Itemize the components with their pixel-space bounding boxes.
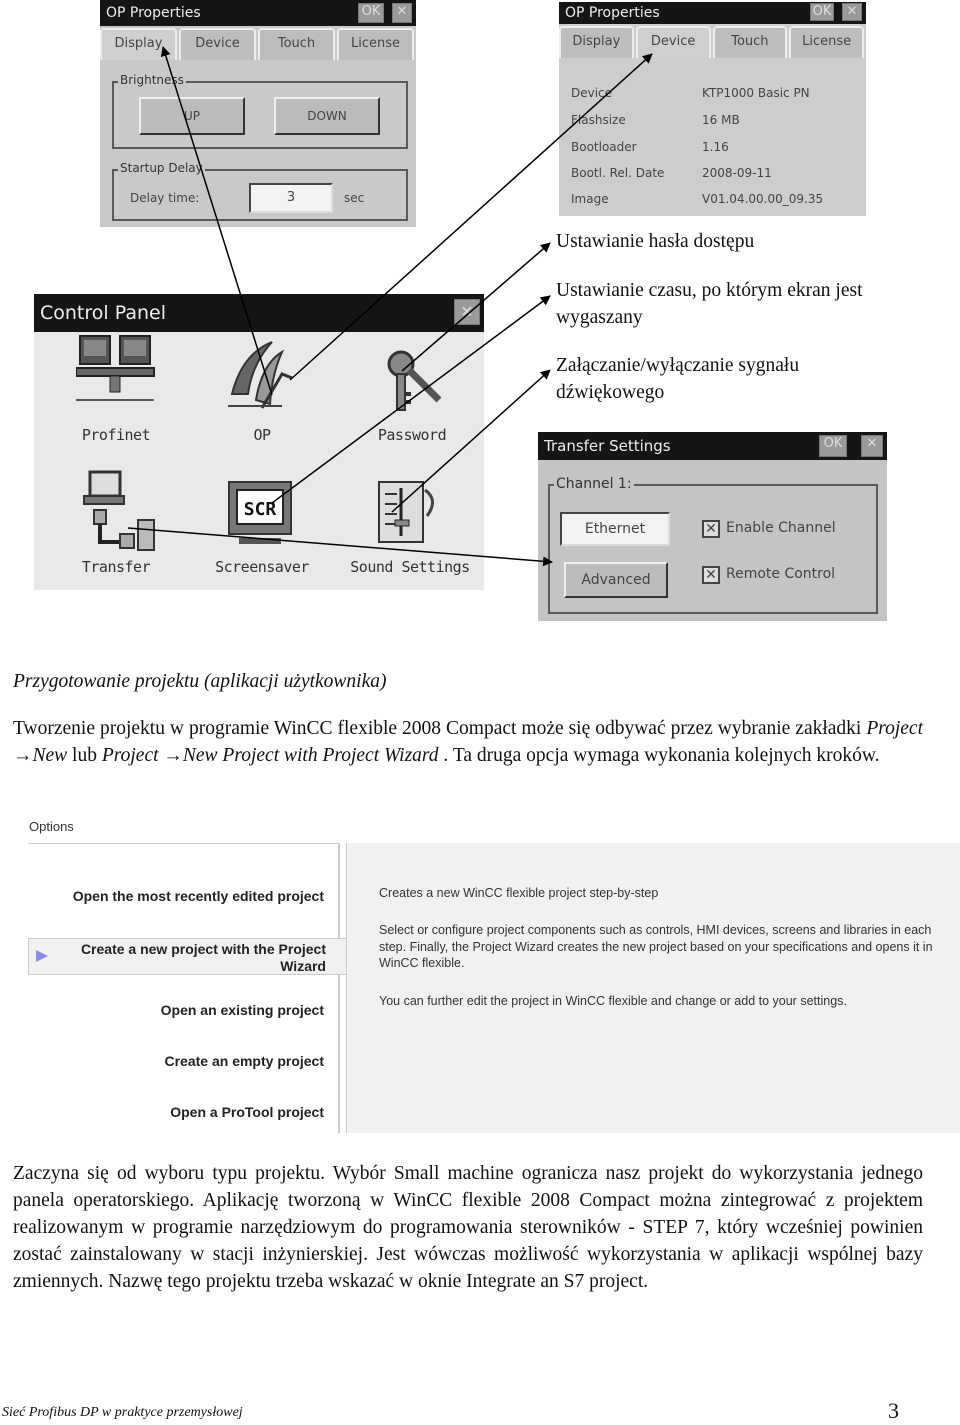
remote-control-checkbox[interactable]: ✕: [702, 566, 720, 584]
info-label: Flashsize: [571, 113, 626, 127]
tab-touch[interactable]: Touch: [258, 28, 335, 60]
delay-time-label: Delay time:: [130, 191, 200, 205]
window-titlebar: Control Panel: [34, 294, 484, 332]
tab-device[interactable]: Device: [635, 26, 711, 58]
channel-protocol-field[interactable]: Ethernet: [560, 512, 670, 546]
cp-item-password[interactable]: Password: [352, 334, 472, 444]
close-icon[interactable]: ✕: [454, 299, 480, 325]
brightness-down-button[interactable]: DOWN: [274, 97, 380, 135]
option-create-empty[interactable]: Create an empty project: [165, 1053, 325, 1069]
footer-title: Sieć Profibus DP w praktyce przemysłowej: [2, 1405, 243, 1420]
transfer-icon: [83, 470, 155, 551]
network-computers-icon: [76, 335, 155, 401]
channel-label: Channel 1:: [554, 476, 634, 492]
paragraph-text: . Ta druga opcja wymaga wykonania kolejn…: [438, 745, 880, 766]
close-icon[interactable]: ✕: [842, 3, 862, 21]
cp-item-label: Screensaver: [215, 558, 309, 576]
startup-delay-label: Startup Delay: [118, 161, 205, 175]
transfer-settings-screenshot: Transfer Settings OK ✕ Channel 1: Ethern…: [538, 432, 887, 621]
screensaver-monitor-icon: SCR: [228, 481, 292, 544]
section-heading: Przygotowanie projektu (aplikacji użytko…: [13, 668, 923, 695]
option-create-wizard-row[interactable]: Create a new project with the Project Wi…: [28, 938, 346, 975]
selected-arrow-icon: [36, 950, 48, 962]
tab-display[interactable]: Display: [559, 26, 634, 58]
paragraph-text: Tworzenie projektu w programie WinCC fle…: [13, 718, 867, 739]
brightness-label: Brightness: [118, 73, 186, 87]
info-label: Image: [571, 192, 609, 206]
paragraph-project-creation: Tworzenie projektu w programie WinCC fle…: [13, 715, 923, 769]
window-title: OP Properties: [565, 5, 660, 21]
options-title: Options: [29, 819, 74, 834]
info-value: 16 MB: [702, 113, 740, 127]
cp-item-label: Sound Settings: [350, 558, 470, 576]
option-open-existing[interactable]: Open an existing project: [161, 1002, 324, 1018]
menu-path-wizard: Project →New Project with Project Wizard: [101, 745, 439, 766]
enable-channel-checkbox[interactable]: ✕: [702, 520, 720, 538]
cp-item-sound-settings[interactable]: Sound Settings: [340, 470, 480, 576]
description-summary: Creates a new WinCC flexible project ste…: [379, 886, 659, 900]
info-value: V01.04.00.00_09.35: [702, 192, 824, 206]
info-label: Bootl. Rel. Date: [571, 166, 665, 180]
channel-group: Channel 1: Ethernet Advanced ✕ Enable Ch…: [548, 476, 878, 614]
cp-item-label: Password: [377, 426, 447, 444]
info-label: Bootloader: [571, 140, 637, 154]
description-note: You can further edit the project in WinC…: [379, 994, 847, 1008]
keys-icon: [387, 350, 442, 411]
startup-delay-group: Startup Delay Delay time: 3 sec: [112, 161, 408, 221]
tab-bar: Display Device Touch License: [100, 28, 416, 60]
ok-button[interactable]: OK: [810, 3, 834, 21]
ok-button[interactable]: OK: [358, 3, 384, 23]
callout-sound: Załączanie/wyłączanie sygnału dźwiękoweg…: [556, 355, 800, 403]
options-dialog-screenshot: Options Open the most recently edited pr…: [22, 815, 960, 1133]
window-title: Transfer Settings: [544, 437, 671, 455]
cp-item-label: OP: [253, 426, 271, 444]
option-description-panel: Creates a new WinCC flexible project ste…: [346, 843, 960, 1133]
description-details: Select or configure project components s…: [379, 923, 933, 970]
close-icon[interactable]: ✕: [392, 3, 412, 23]
brightness-up-button[interactable]: UP: [139, 97, 245, 135]
tab-device[interactable]: Device: [179, 28, 256, 60]
enable-channel-label: Enable Channel: [726, 520, 836, 536]
remote-control-label: Remote Control: [726, 566, 836, 582]
tab-display[interactable]: Display: [100, 28, 177, 60]
section-heading-text: Przygotowanie projektu (aplikacji użytko…: [13, 671, 387, 692]
cp-item-screensaver[interactable]: SCR Screensaver: [202, 470, 322, 576]
cp-item-op[interactable]: OP: [202, 334, 322, 444]
control-panel-screenshot: Control Panel ✕ Profinet OP Password Tra…: [34, 294, 484, 590]
tab-license[interactable]: License: [337, 28, 414, 60]
info-label: Device: [571, 86, 613, 100]
window-title: Control Panel: [40, 302, 166, 324]
info-value: 1.16: [702, 140, 729, 154]
tab-bar: Display Device Touch License: [559, 26, 866, 58]
cp-item-profinet[interactable]: Profinet: [56, 334, 176, 444]
options-list: Open the most recently edited project Op…: [28, 843, 340, 1133]
op-properties-icon: [228, 341, 293, 409]
delay-unit-label: sec: [344, 191, 365, 205]
advanced-button[interactable]: Advanced: [564, 562, 668, 598]
option-create-wizard[interactable]: Create a new project with the Project Wi…: [56, 941, 326, 975]
paragraph-text: lub: [67, 745, 102, 766]
option-open-recent[interactable]: Open the most recently edited project: [73, 888, 324, 904]
tab-touch[interactable]: Touch: [712, 26, 788, 58]
callout-screensaver: Ustawianie czasu, po którym ekran jest w…: [556, 280, 863, 328]
op-properties-display-screenshot: OP Properties OK ✕ Display Device Touch …: [100, 0, 416, 227]
info-value: KTP1000 Basic PN: [702, 86, 810, 100]
sound-settings-icon: [378, 481, 434, 543]
page-number: 3: [888, 1398, 899, 1423]
info-value: 2008-09-11: [702, 166, 772, 180]
cp-item-transfer[interactable]: Transfer: [56, 470, 176, 576]
callout-password: Ustawianie hasła dostępu: [556, 231, 755, 252]
delay-time-input[interactable]: 3: [249, 183, 333, 213]
option-open-protool[interactable]: Open a ProTool project: [170, 1104, 324, 1120]
ok-button[interactable]: OK: [819, 435, 847, 457]
brightness-group: Brightness UP DOWN: [112, 73, 408, 149]
cp-item-label: Profinet: [81, 426, 151, 444]
close-icon[interactable]: ✕: [861, 435, 883, 457]
op-properties-device-screenshot: OP Properties OK ✕ Display Device Touch …: [559, 2, 866, 216]
screensaver-icon-text: SCR: [244, 499, 277, 520]
tab-license[interactable]: License: [789, 26, 864, 58]
cp-item-label: Transfer: [81, 558, 151, 576]
paragraph-project-type: Zaczyna się od wyboru typu projektu. Wyb…: [13, 1163, 923, 1292]
window-title: OP Properties: [106, 5, 201, 21]
